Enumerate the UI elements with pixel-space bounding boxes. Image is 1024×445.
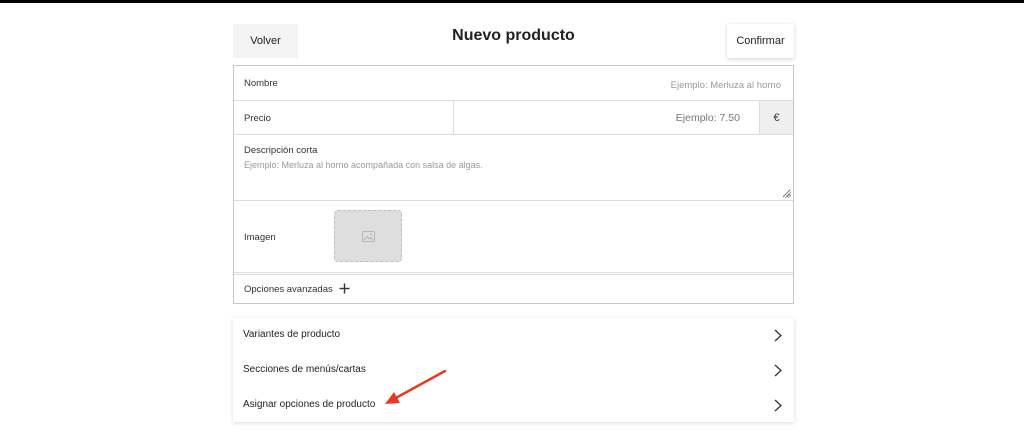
price-row: Precio € bbox=[234, 101, 793, 135]
link-product-variants[interactable]: Variantes de producto bbox=[233, 318, 794, 352]
window-top-bar bbox=[0, 0, 1024, 3]
image-row: Imagen bbox=[234, 201, 793, 273]
price-input[interactable] bbox=[464, 109, 742, 127]
page-header: Volver Nuevo producto Confirmar bbox=[233, 24, 794, 58]
confirm-button[interactable]: Confirmar bbox=[727, 24, 794, 58]
link-label: Secciones de menús/cartas bbox=[243, 364, 366, 375]
link-menu-sections[interactable]: Secciones de menús/cartas bbox=[233, 353, 794, 387]
name-input[interactable] bbox=[434, 76, 783, 94]
product-settings-list: Variantes de producto Secciones de menús… bbox=[233, 318, 794, 422]
currency-badge: € bbox=[759, 101, 793, 134]
link-label: Variantes de producto bbox=[243, 329, 341, 340]
description-label: Descripción corta bbox=[244, 145, 318, 156]
chevron-right-icon bbox=[774, 399, 782, 412]
image-upload-area[interactable] bbox=[334, 210, 402, 262]
description-row: Descripción corta bbox=[234, 135, 793, 201]
link-label: Asignar opciones de producto bbox=[243, 399, 376, 410]
price-field bbox=[453, 101, 760, 134]
link-assign-product-options[interactable]: Asignar opciones de producto bbox=[233, 388, 794, 422]
page-title: Nuevo producto bbox=[452, 27, 575, 44]
name-label: Nombre bbox=[244, 78, 278, 89]
back-button[interactable]: Volver bbox=[233, 24, 298, 58]
chevron-right-icon bbox=[774, 364, 782, 377]
product-form: Nombre Precio € Descripción corta Imagen… bbox=[233, 65, 794, 304]
resize-handle-icon[interactable] bbox=[784, 191, 791, 198]
advanced-options-toggle[interactable]: Opciones avanzadas bbox=[234, 274, 793, 303]
plus-icon[interactable] bbox=[339, 283, 350, 294]
image-label: Imagen bbox=[244, 232, 276, 243]
description-textarea[interactable] bbox=[244, 160, 791, 198]
name-row: Nombre bbox=[234, 66, 793, 101]
price-label: Precio bbox=[244, 113, 271, 124]
chevron-right-icon bbox=[774, 329, 782, 342]
advanced-options-label: Opciones avanzadas bbox=[244, 284, 333, 295]
image-placeholder-icon bbox=[361, 230, 375, 242]
